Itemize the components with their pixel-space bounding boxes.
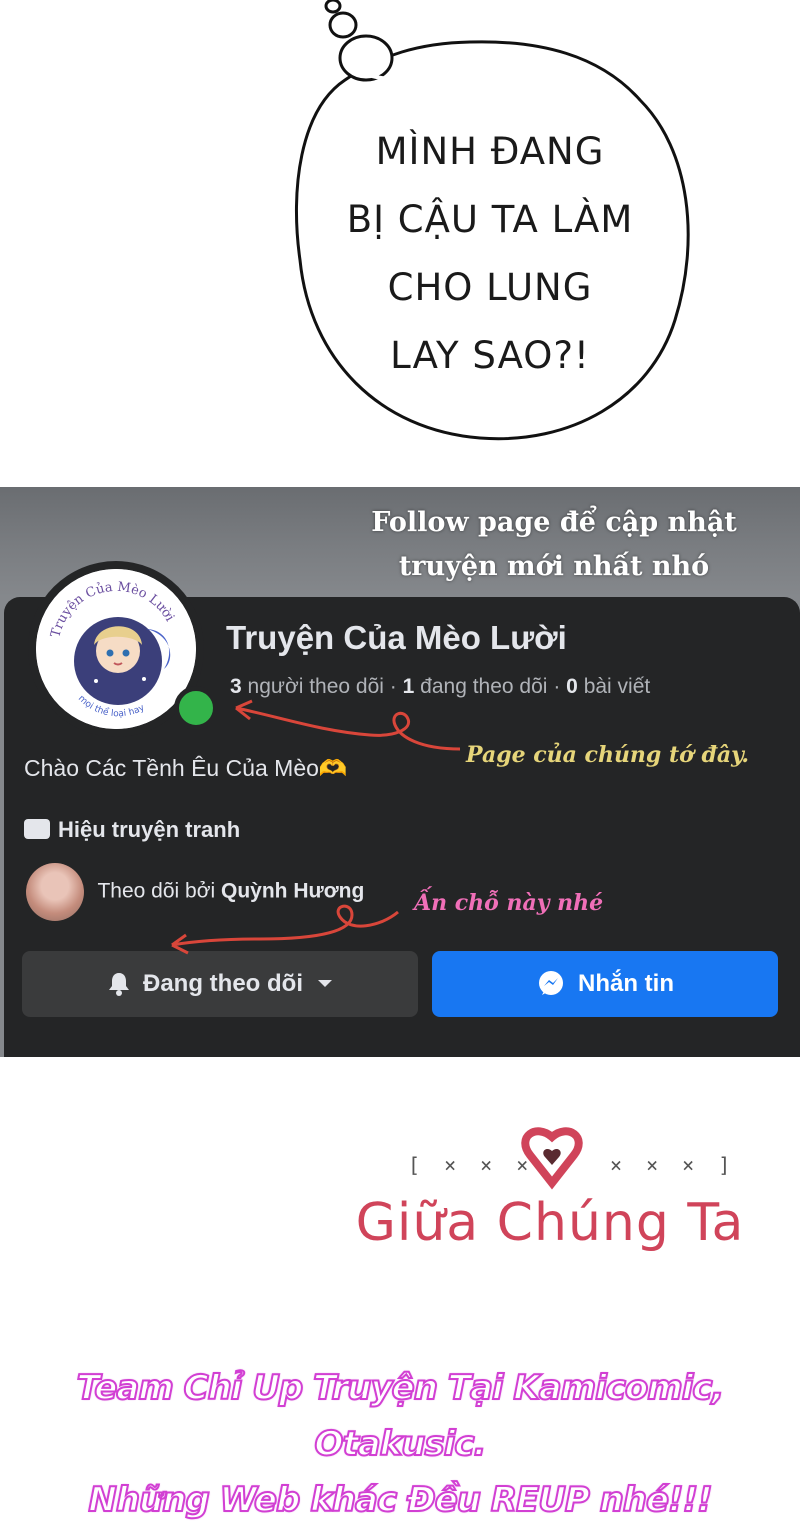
logo-bracket-right: × × × ] [610, 1153, 737, 1177]
category-icon [24, 819, 50, 839]
promo-line: Follow page để cập nhật [371, 507, 737, 538]
bubble-line: BỊ CẬU TA LÀM [346, 198, 634, 241]
bubble-tail-medium [328, 11, 358, 39]
bubble-line: LAY SAO?! [390, 334, 590, 377]
logo-bracket-left: [ × × × [408, 1153, 535, 1177]
page-bio: Chào Các Tềnh Êu Của Mèo🫶 [24, 755, 348, 781]
footer-line: Những Web khác Đều REUP nhé!!! [87, 1479, 713, 1521]
logo-title: Giữa Chúng Ta [355, 1193, 745, 1253]
bubble-line: MÌNH ĐANG [375, 130, 605, 173]
profile-picture[interactable]: Truyện Của Mèo Lười mọi thể loại hay [36, 569, 196, 729]
bubble-tail-small [324, 0, 342, 14]
facebook-promo: Follow page để cập nhật truyện mới nhất … [0, 487, 800, 1057]
bubble-tail-large [338, 34, 394, 82]
online-status-dot [174, 686, 218, 730]
manga-panel: MÌNH ĐANG BỊ CẬU TA LÀM CHO LUNG LAY SAO… [0, 0, 800, 487]
bubble-text: MÌNH ĐANG BỊ CẬU TA LÀM CHO LUNG LAY SAO… [300, 118, 680, 390]
following-button[interactable]: Đang theo dõi [22, 951, 418, 1017]
followed-by-prefix: Theo dõi bởi [97, 879, 216, 903]
posts-count: 0 [566, 675, 578, 698]
category-label: Hiệu truyện tranh [58, 817, 241, 842]
profile-picture-frame[interactable]: Truyện Của Mèo Lười mọi thể loại hay [28, 561, 218, 737]
followed-by: Theo dõi bởi Quỳnh Hương [26, 863, 364, 921]
message-button-label: Nhắn tin [578, 970, 674, 997]
messenger-icon [536, 969, 566, 999]
page-stats: 3 người theo dõi · 1 đang theo dõi · 0 b… [230, 675, 650, 699]
chevron-down-icon [317, 979, 333, 989]
friend-name[interactable]: Quỳnh Hương [221, 880, 364, 903]
following-label[interactable]: đang theo dõi [420, 675, 547, 698]
message-button[interactable]: Nhắn tin [432, 951, 778, 1017]
following-button-label: Đang theo dõi [143, 970, 303, 997]
stats-separator: · [553, 675, 561, 698]
promo-caption: Follow page để cập nhật truyện mới nhất … [344, 501, 764, 589]
followers-label[interactable]: người theo dõi [248, 675, 384, 698]
footer-notice: Team Chỉ Up Truyện Tại Kamicomic, Otakus… [0, 1360, 800, 1528]
followers-count: 3 [230, 675, 242, 698]
page-title[interactable]: Truyện Của Mèo Lười [226, 619, 567, 657]
promo-line: truyện mới nhất nhó [398, 551, 710, 582]
friend-avatar[interactable] [26, 863, 84, 921]
page-category: Hiệu truyện tranh [24, 817, 240, 843]
posts-label: bài viết [583, 675, 651, 698]
series-logo: [ × × × × × × ] Giữa Chúng Ta [340, 1115, 760, 1275]
bell-icon [107, 971, 131, 997]
mascot-logo: Truyện Của Mèo Lười mọi thể loại hay [36, 569, 196, 729]
following-count: 1 [402, 675, 415, 698]
facebook-page-card: Truyện Của Mèo Lười mọi thể loại hay Tru… [4, 561, 800, 1057]
footer-line: Team Chỉ Up Truyện Tại Kamicomic, Otakus… [76, 1367, 726, 1465]
page-note: Page của chúng tớ đây. [466, 742, 750, 768]
bubble-line: CHO LUNG [387, 266, 593, 309]
stats-separator: · [389, 675, 397, 698]
click-note: Ấn chỗ này nhé [414, 890, 604, 916]
